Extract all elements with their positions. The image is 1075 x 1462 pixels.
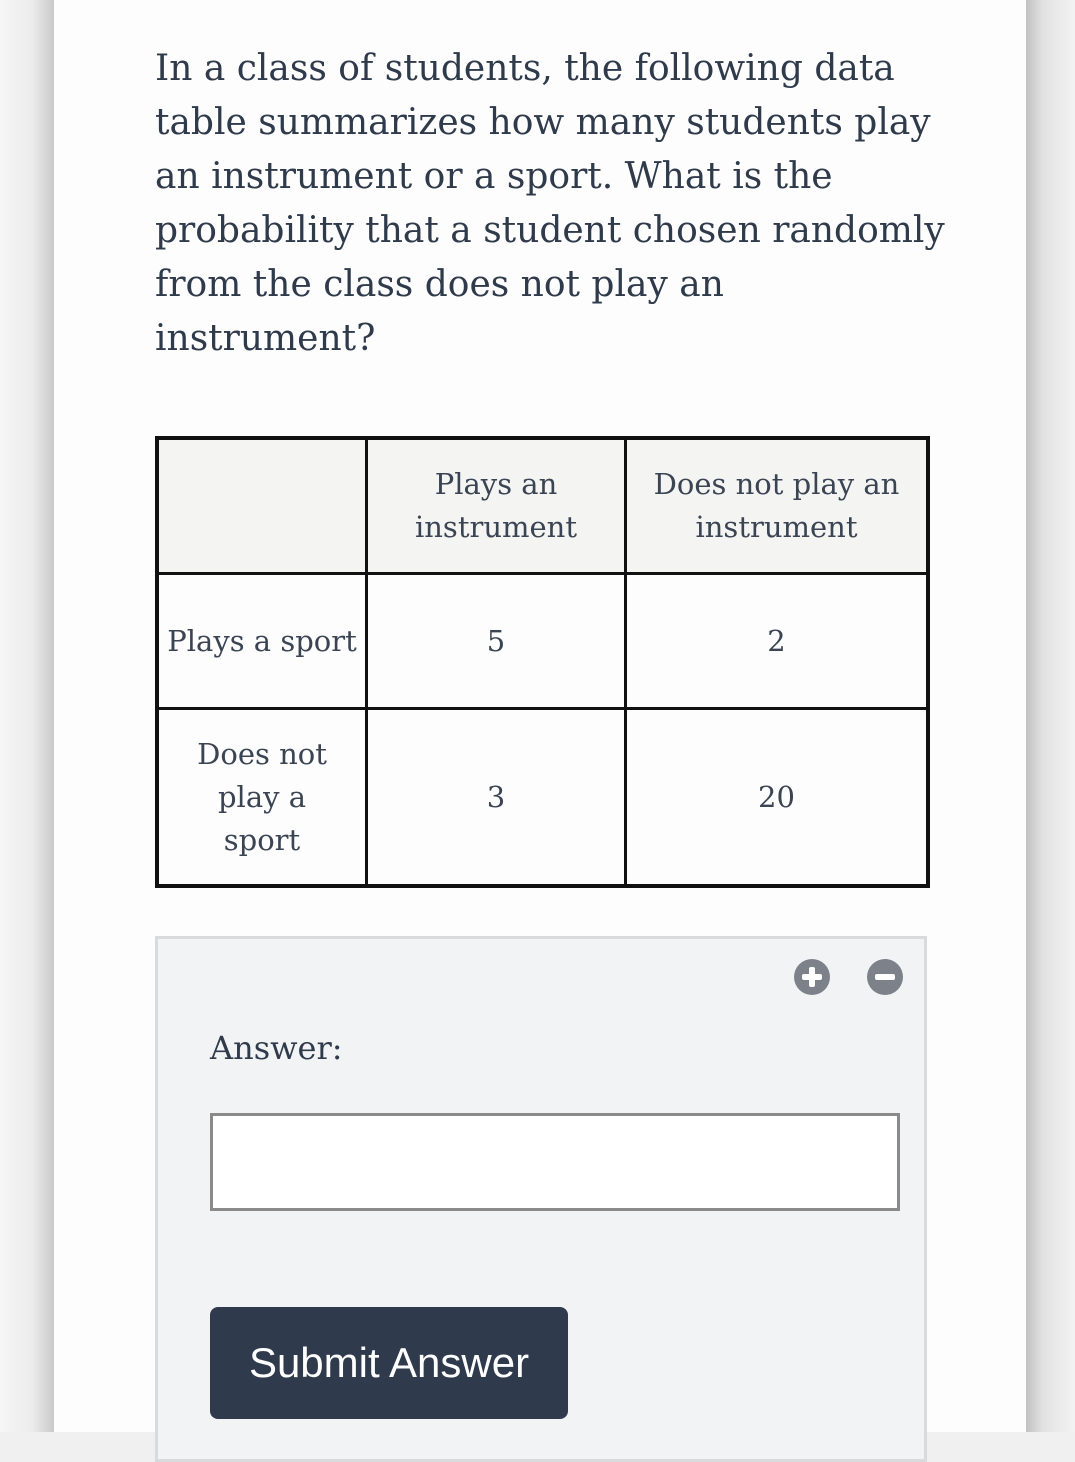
plus-vertical-bar [809,967,815,987]
minus-circle-icon[interactable] [867,959,903,995]
two-way-table: Plays an instrument Does not play an ins… [155,436,930,888]
table-corner-cell [155,436,368,575]
table-cell: 5 [365,572,627,710]
question-page: In a class of students, the following da… [54,0,1026,1462]
table-cell: 20 [624,707,930,888]
submit-answer-button[interactable]: Submit Answer [210,1307,568,1419]
table-cell: 3 [365,707,627,888]
right-scroll-edge [1026,0,1075,1432]
answer-input[interactable] [210,1113,900,1211]
answer-panel: Answer: Submit Answer [155,936,927,1462]
column-header-no-instrument: Does not play an instrument [624,436,930,575]
question-text: In a class of students, the following da… [155,48,945,359]
row-header-no-sport: Does not play a sport [155,707,368,888]
left-background [0,0,54,1432]
minus-bar [875,974,895,980]
table-header-row: Plays an instrument Does not play an ins… [155,436,930,575]
answer-label: Answer: [210,1029,343,1067]
table-row: Plays a sport 5 2 [155,572,930,710]
plus-circle-icon[interactable] [794,959,830,995]
table-cell: 2 [624,572,930,710]
table-row: Does not play a sport 3 20 [155,707,930,888]
row-header-plays-sport: Plays a sport [155,572,368,710]
column-header-plays-instrument: Plays an instrument [365,436,627,575]
